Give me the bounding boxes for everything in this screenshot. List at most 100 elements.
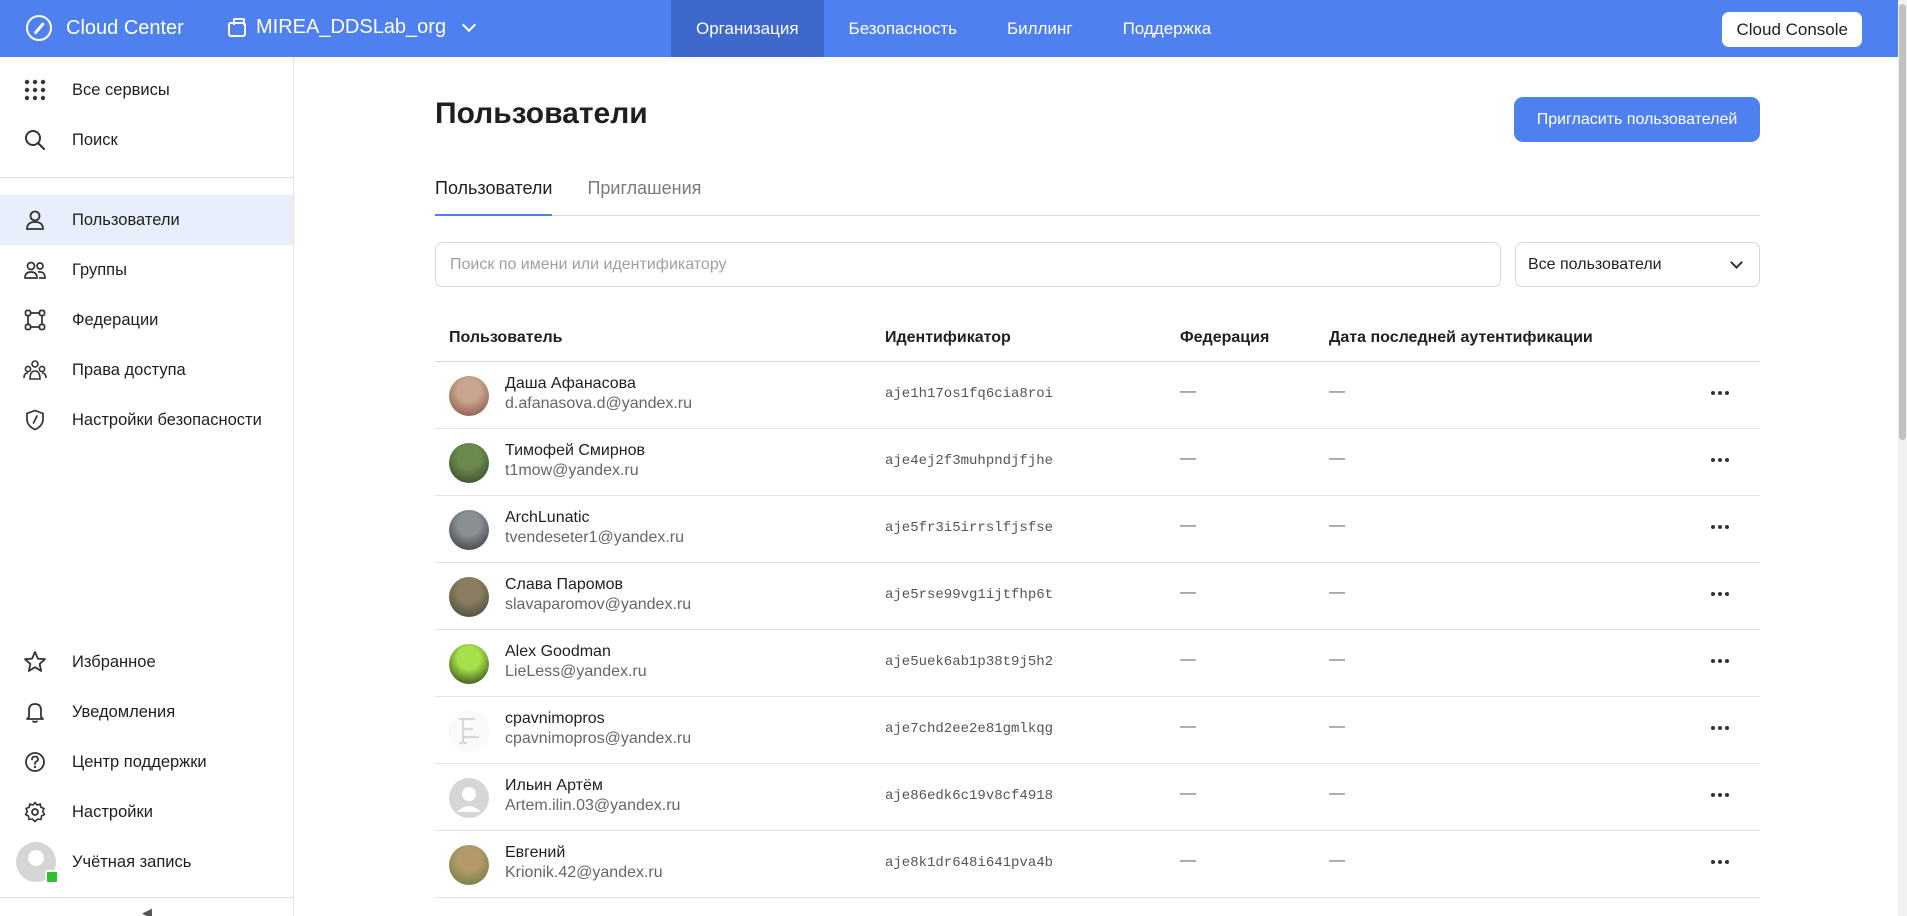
sidebar-item[interactable]: Уведомления	[0, 687, 293, 737]
table-row[interactable]: Даша Афанасова d.afanasova.d@yandex.ru aje…	[435, 362, 1760, 429]
user-name: ArchLunatic	[505, 509, 590, 526]
user-federation: —	[1180, 383, 1196, 400]
sidebar-item-label: Избранное	[72, 652, 156, 671]
sidebar-item[interactable]: Избранное	[0, 637, 293, 687]
tab-invitations[interactable]: Приглашения	[587, 175, 701, 216]
user-last-auth: —	[1329, 785, 1345, 802]
sidebar-item-label: Все сервисы	[72, 80, 170, 99]
user-email: Artem.ilin.03@yandex.ru	[505, 797, 681, 814]
user-id: aje7chd2ee2e81gmlkqg	[885, 721, 1054, 737]
user-email: Krionik.42@yandex.ru	[505, 864, 663, 881]
account-avatar	[16, 842, 59, 884]
table-row[interactable]: cpavnimopros cpavnimopros@yandex.ru aje7ch…	[435, 697, 1760, 764]
user-avatar	[449, 644, 489, 684]
more-actions-icon[interactable]	[1705, 649, 1735, 673]
sidebar-item[interactable]: Учётная запись	[0, 837, 293, 887]
user-name: Даша Афанасова	[505, 375, 636, 392]
sidebar-item[interactable]: Федерации	[0, 295, 293, 345]
cloud-center-logo-icon	[26, 15, 52, 41]
sidebar-item[interactable]: Центр поддержки	[0, 737, 293, 787]
user-id: aje8k1dr648i641pva4b	[885, 855, 1054, 871]
user-avatar	[449, 778, 489, 818]
column-header: Пользователь	[449, 329, 563, 346]
invite-users-button[interactable]: Пригласить пользователей	[1514, 97, 1760, 142]
top-nav-tab[interactable]: Поддержка	[1098, 0, 1237, 57]
org-name: MIREA_DDSLab_org	[256, 16, 447, 38]
user-filter-select[interactable]: Все пользователи	[1515, 242, 1760, 287]
tab-users[interactable]: Пользователи	[435, 175, 553, 216]
sidebar-item[interactable]: Права доступа	[0, 345, 293, 395]
top-nav-tab[interactable]: Безопасность	[824, 0, 982, 57]
sidebar-item[interactable]: Группы	[0, 245, 293, 295]
brand[interactable]: Cloud Center	[26, 15, 184, 41]
briefcase-icon	[228, 17, 246, 37]
table-row[interactable]: Ильин Артём Artem.ilin.03@yandex.ru aje86e…	[435, 764, 1760, 831]
bell-icon	[22, 699, 48, 725]
table-row[interactable]: ArchLunatic tvendeseter1@yandex.ru aje5fr3…	[435, 496, 1760, 563]
user-federation: —	[1180, 785, 1196, 802]
sidebar-item-label: Права доступа	[72, 360, 186, 379]
user-last-auth: —	[1329, 383, 1345, 400]
user-last-auth: —	[1329, 852, 1345, 869]
user-id: aje4ej2f3muhpndjfjhe	[885, 453, 1054, 469]
user-avatar	[449, 845, 489, 885]
sidebar-item-label: Уведомления	[72, 702, 176, 721]
brand-name: Cloud Center	[66, 16, 184, 39]
more-actions-icon[interactable]	[1705, 850, 1735, 874]
search-icon	[22, 127, 48, 153]
user-name: cpavnimopros	[505, 710, 605, 727]
search-input[interactable]	[435, 242, 1501, 287]
user-name: Слава Паромов	[505, 576, 624, 593]
user-email: tvendeseter1@yandex.ru	[505, 529, 685, 546]
collapse-sidebar-icon[interactable]: ◀	[142, 905, 152, 916]
user-last-auth: —	[1329, 450, 1345, 467]
user-last-auth: —	[1329, 517, 1345, 534]
user-email: t1mow@yandex.ru	[505, 462, 639, 479]
more-actions-icon[interactable]	[1705, 582, 1735, 606]
table-row[interactable]: Евгений Krionik.42@yandex.ru aje8k1dr648i6…	[435, 831, 1760, 898]
access-icon	[22, 357, 48, 383]
sidebar-item[interactable]: Настройки	[0, 787, 293, 837]
tabs: Пользователи Приглашения	[435, 175, 1760, 216]
more-actions-icon[interactable]	[1705, 448, 1735, 472]
table-row[interactable]: Тимофей Смирнов t1mow@yandex.ru aje4ej2f3m…	[435, 429, 1760, 496]
table-row[interactable]: Alex Goodman LieLess@yandex.ru aje5uek6ab1…	[435, 630, 1760, 697]
more-actions-icon[interactable]	[1705, 716, 1735, 740]
sidebar-bottom-divider	[0, 897, 293, 898]
more-actions-icon[interactable]	[1705, 515, 1735, 539]
sidebar-item-label: Поиск	[72, 130, 118, 149]
gear-icon	[22, 799, 48, 825]
sidebar-item[interactable]: Настройки безопасности	[0, 395, 293, 445]
user-federation: —	[1180, 450, 1196, 467]
user-federation: —	[1180, 584, 1196, 601]
top-nav-tab[interactable]: Организация	[671, 0, 824, 57]
scrollbar-thumb[interactable]	[1899, 4, 1906, 440]
user-id: aje5fr3i5irrslfjsfse	[885, 520, 1054, 536]
star-icon	[22, 649, 48, 675]
user-name: Евгений	[505, 844, 566, 861]
sidebar-item-label: Группы	[72, 260, 127, 279]
org-switcher[interactable]: MIREA_DDSLab_org	[228, 16, 477, 39]
user-last-auth: —	[1329, 651, 1345, 668]
more-actions-icon[interactable]	[1705, 381, 1735, 405]
sidebar-item-label: Настройки безопасности	[72, 410, 262, 429]
sidebar-item[interactable]: Все сервисы	[0, 65, 293, 115]
user-avatar	[449, 376, 489, 416]
cloud-console-button[interactable]: Cloud Console	[1722, 12, 1862, 47]
page-scrollbar[interactable]	[1898, 0, 1907, 916]
sidebar-item-label: Центр поддержки	[72, 752, 207, 771]
shield-icon	[22, 407, 48, 433]
more-actions-icon[interactable]	[1705, 783, 1735, 807]
top-nav-tab[interactable]: Биллинг	[982, 0, 1098, 57]
help-icon	[22, 749, 48, 775]
page-title: Пользователи	[435, 97, 648, 130]
users-table-body: Даша Афанасова d.afanasova.d@yandex.ru aje…	[435, 362, 1760, 898]
table-header: Пользователь Идентификатор Федерация Дата п…	[435, 317, 1760, 362]
sidebar-item[interactable]: Поиск	[0, 115, 293, 165]
sidebar-item-label: Настройки	[72, 802, 153, 821]
table-row[interactable]: Слава Паромов slavaparomov@yandex.ru aje5r…	[435, 563, 1760, 630]
main-content: Пользователи Пригласить пользователей По…	[294, 57, 1898, 916]
user-id: aje5uek6ab1p38t9j5h2	[885, 654, 1054, 670]
chevron-down-icon	[1730, 255, 1743, 269]
sidebar-item[interactable]: Пользователи	[0, 195, 293, 245]
